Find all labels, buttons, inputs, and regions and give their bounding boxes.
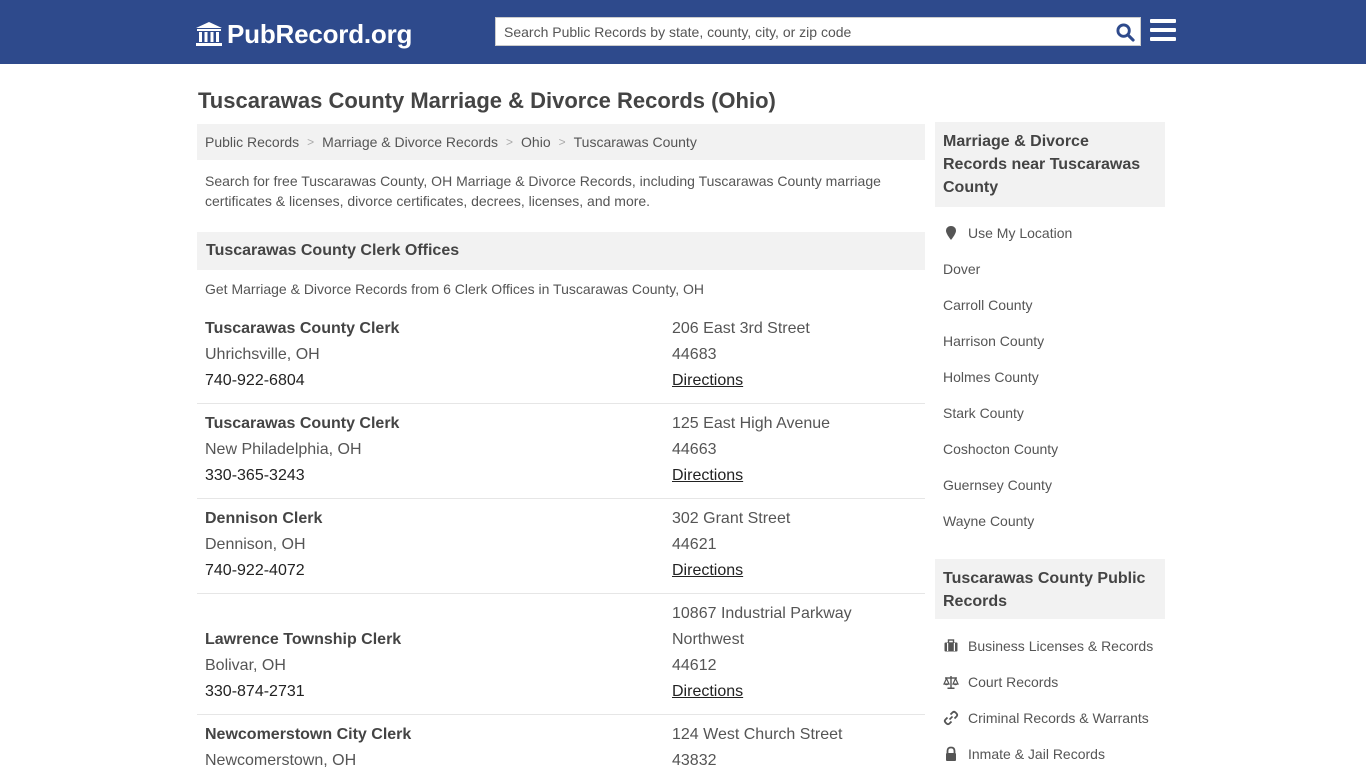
office-phone[interactable]: 330-874-2731: [205, 679, 401, 705]
directions-link[interactable]: Directions: [672, 679, 852, 705]
office-zip: 43832: [672, 752, 717, 768]
office-zip: 44683: [672, 346, 717, 363]
office-zip: 44663: [672, 441, 717, 458]
briefcase-icon: [944, 639, 958, 652]
office-city: Bolivar, OH: [205, 657, 286, 674]
office-city: New Philadelphia, OH: [205, 441, 362, 458]
office-card: Dennison Clerk Dennison, OH 740-922-4072…: [197, 506, 925, 594]
office-name: Tuscarawas County Clerk: [205, 415, 400, 432]
nearby-link-holmes[interactable]: Holmes County: [943, 369, 1039, 385]
directions-link[interactable]: Directions: [672, 368, 810, 394]
page-title: Tuscarawas County Marriage & Divorce Rec…: [198, 88, 776, 113]
court-records-link[interactable]: Court Records: [943, 674, 1058, 690]
lock-icon: [946, 746, 956, 761]
directions-link[interactable]: Directions: [672, 558, 790, 584]
nearby-link-coshocton[interactable]: Coshocton County: [943, 441, 1058, 457]
criminal-records-link[interactable]: Criminal Records & Warrants: [943, 710, 1149, 726]
chevron-right-icon: >: [506, 135, 514, 149]
chevron-right-icon: >: [558, 135, 566, 149]
nearby-link-carroll[interactable]: Carroll County: [943, 297, 1032, 313]
office-address: 10867 Industrial Parkway: [672, 605, 852, 622]
logo-text: PubRecord.org: [227, 18, 413, 49]
office-phone[interactable]: 330-365-3243: [205, 463, 399, 489]
use-my-location-label: Use My Location: [968, 225, 1073, 241]
chevron-right-icon: >: [307, 135, 315, 149]
directions-link[interactable]: Directions: [672, 463, 830, 489]
inmate-records-link[interactable]: Inmate & Jail Records: [943, 746, 1105, 762]
office-card: Tuscarawas County Clerk New Philadelphia…: [197, 411, 925, 499]
county-public-records-title: Tuscarawas County Public Records: [935, 559, 1165, 619]
office-name: Newcomerstown City Clerk: [205, 726, 412, 743]
map-pin-icon: [946, 226, 956, 240]
breadcrumb-ohio[interactable]: Ohio: [521, 134, 551, 150]
use-my-location-link[interactable]: Use My Location: [943, 225, 1072, 241]
criminal-records-label: Criminal Records & Warrants: [968, 710, 1149, 726]
breadcrumb-public-records[interactable]: Public Records: [205, 134, 299, 150]
link-icon: [943, 710, 959, 726]
office-address-line2: Northwest: [672, 631, 745, 648]
clerk-section-subtitle: Get Marriage & Divorce Records from 6 Cl…: [205, 281, 704, 297]
nearby-records-title: Marriage & Divorce Records near Tuscaraw…: [935, 122, 1165, 207]
office-zip: 44621: [672, 536, 717, 553]
scales-icon: [943, 676, 959, 689]
nearby-link-wayne[interactable]: Wayne County: [943, 513, 1034, 529]
office-address: 124 West Church Street: [672, 726, 843, 743]
nearby-link-dover[interactable]: Dover: [943, 261, 980, 277]
intro-text: Search for free Tuscarawas County, OH Ma…: [205, 173, 881, 209]
search-box: [495, 17, 1141, 46]
breadcrumb-county[interactable]: Tuscarawas County: [574, 134, 697, 150]
office-name: Lawrence Township Clerk: [205, 631, 402, 648]
office-city: Newcomerstown, OH: [205, 752, 357, 768]
office-address: 206 East 3rd Street: [672, 320, 810, 337]
office-phone[interactable]: 740-922-4072: [205, 558, 322, 584]
nearby-link-guernsey[interactable]: Guernsey County: [943, 477, 1052, 493]
office-city: Uhrichsville, OH: [205, 346, 320, 363]
nearby-link-stark[interactable]: Stark County: [943, 405, 1024, 421]
office-phone[interactable]: 740-922-6804: [205, 368, 399, 394]
inmate-records-label: Inmate & Jail Records: [968, 746, 1105, 762]
office-card: Newcomerstown City Clerk Newcomerstown, …: [197, 722, 925, 768]
court-records-label: Court Records: [968, 674, 1059, 690]
office-address: 125 East High Avenue: [672, 415, 831, 432]
breadcrumb-marriage-divorce[interactable]: Marriage & Divorce Records: [322, 134, 498, 150]
office-card: Lawrence Township Clerk Bolivar, OH 330-…: [197, 601, 925, 715]
site-logo[interactable]: PubRecord.org: [195, 18, 412, 50]
breadcrumb: Public Records > Marriage & Divorce Reco…: [197, 124, 925, 160]
office-city: Dennison, OH: [205, 536, 306, 553]
office-address: 302 Grant Street: [672, 510, 791, 527]
hamburger-menu-icon[interactable]: [1150, 19, 1176, 43]
search-input[interactable]: [496, 18, 1108, 45]
business-licenses-label: Business Licenses & Records: [968, 638, 1154, 654]
nearby-link-harrison[interactable]: Harrison County: [943, 333, 1044, 349]
search-icon: [1115, 22, 1135, 42]
business-licenses-link[interactable]: Business Licenses & Records: [943, 638, 1153, 654]
search-button[interactable]: [1114, 21, 1136, 43]
office-name: Tuscarawas County Clerk: [205, 320, 400, 337]
office-card: Tuscarawas County Clerk Uhrichsville, OH…: [197, 316, 925, 404]
office-name: Dennison Clerk: [205, 510, 323, 527]
clerk-section-title: Tuscarawas County Clerk Offices: [197, 232, 925, 270]
top-navbar: PubRecord.org: [0, 0, 1366, 64]
courthouse-icon: [196, 22, 222, 46]
office-zip: 44612: [672, 657, 717, 674]
